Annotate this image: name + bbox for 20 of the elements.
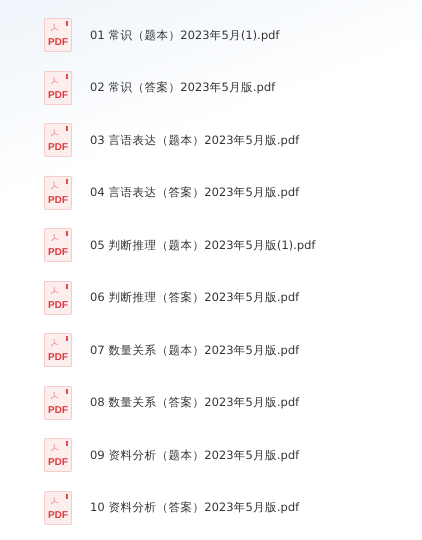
pdf-file-icon: PDF <box>44 70 72 105</box>
pdf-file-icon: PDF <box>44 333 72 368</box>
file-name[interactable]: 08 数量关系（答案）2023年5月版.pdf <box>90 395 300 410</box>
pdf-file-icon: PDF <box>44 438 72 472</box>
pdf-file-icon: PDF <box>44 228 72 262</box>
pdf-file-icon: PDF <box>44 490 72 525</box>
file-name[interactable]: 09 资料分析（题本）2023年5月版.pdf <box>90 448 300 463</box>
file-name[interactable]: 01 常识（题本）2023年5月(1).pdf <box>90 28 280 43</box>
file-name[interactable]: 07 数量关系（题本）2023年5月版.pdf <box>90 342 300 358</box>
pdf-file-icon: PDF <box>44 176 72 210</box>
file-name[interactable]: 06 判断推理（答案）2023年5月版.pdf <box>90 290 300 306</box>
pdf-file-icon: PDF <box>44 18 72 52</box>
pdf-file-icon: PDF <box>44 386 72 420</box>
file-name[interactable]: 03 言语表达（题本）2023年5月版.pdf <box>90 132 300 148</box>
file-name[interactable]: 05 判断推理（题本）2023年5月版(1).pdf <box>90 238 316 253</box>
file-name[interactable]: 10 资料分析（答案）2023年5月版.pdf <box>90 500 300 516</box>
pdf-file-icon: PDF <box>44 123 72 158</box>
file-name[interactable]: 02 常识（答案）2023年5月版.pdf <box>90 80 276 96</box>
file-name[interactable]: 04 言语表达（答案）2023年5月版.pdf <box>90 185 300 200</box>
pdf-file-icon: PDF <box>44 280 72 315</box>
